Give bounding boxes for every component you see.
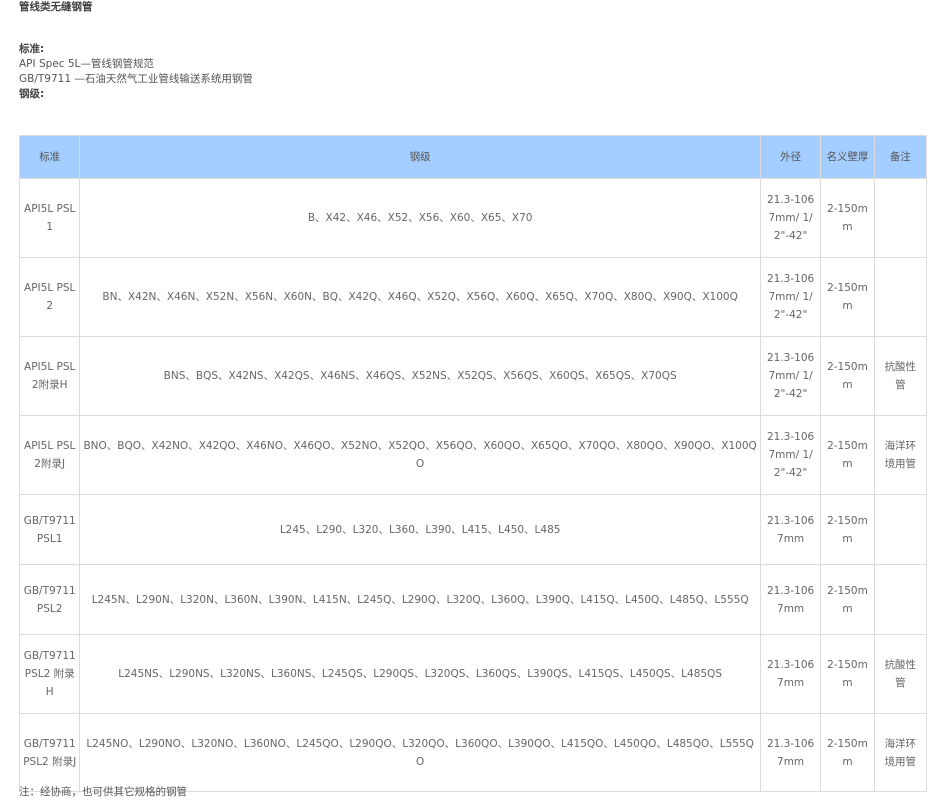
- cell-grade: B、X42、X46、X52、X56、X60、X65、X70: [79, 178, 761, 258]
- cell-note: 海洋环境用管: [873, 415, 928, 495]
- cell-wall-thickness: 2-150mm: [820, 178, 875, 258]
- header-grade: 钢级: [79, 135, 761, 179]
- cell-note: 抗酸性管: [873, 634, 928, 714]
- cell-grade: L245N、L290N、L320N、L360N、L390N、L415N、L245…: [79, 564, 761, 635]
- cell-outer-diameter: 21.3-1067mm/ 1/2"-42": [759, 415, 822, 495]
- cell-standard: API5L PSL2附录J: [18, 415, 81, 495]
- cell-note: 海洋环境用管: [873, 713, 928, 792]
- header-wall-thickness: 名义壁厚: [820, 135, 875, 179]
- footnote: 注：经协商，也可供其它规格的钢管: [19, 786, 187, 798]
- cell-note: 抗酸性管: [873, 336, 928, 416]
- table-row: GB/T9711 PSL2 L245N、L290N、L320N、L360N、L3…: [18, 564, 928, 635]
- header-outer-diameter: 外径: [759, 135, 822, 179]
- cell-standard: GB/T9711 PSL2 附录J: [18, 713, 81, 792]
- cell-outer-diameter: 21.3-1067mm: [759, 564, 822, 635]
- intro-section: 管线类无缝钢管 标准: API Spec 5L—管线钢管规范 GB/T9711 …: [19, 0, 919, 102]
- cell-grade: BNO、BQO、X42NO、X42QO、X46NO、X46QO、X52NO、X5…: [79, 415, 761, 495]
- cell-outer-diameter: 21.3-1067mm/ 1/2"-42": [759, 257, 822, 337]
- cell-standard: GB/T9711 PSL2 附录H: [18, 634, 81, 714]
- table-row: API5L PSL2附录H BNS、BQS、X42NS、X42QS、X46NS、…: [18, 336, 928, 416]
- page-title: 管线类无缝钢管: [19, 1, 93, 13]
- cell-note: [873, 257, 928, 337]
- cell-grade: L245NS、L290NS、L320NS、L360NS、L245QS、L290Q…: [79, 634, 761, 714]
- header-note: 备注: [873, 135, 928, 179]
- cell-grade: L245、L290、L320、L360、L390、L415、L450、L485: [79, 494, 761, 565]
- cell-note: [873, 564, 928, 635]
- cell-wall-thickness: 2-150mm: [820, 713, 875, 792]
- cell-standard: API5L PSL2附录H: [18, 336, 81, 416]
- cell-wall-thickness: 2-150mm: [820, 634, 875, 714]
- cell-wall-thickness: 2-150mm: [820, 494, 875, 565]
- cell-grade: BN、X42N、X46N、X52N、X56N、X60N、BQ、X42Q、X46Q…: [79, 257, 761, 337]
- cell-standard: API5L PSL1: [18, 178, 81, 258]
- table-row: API5L PSL2 BN、X42N、X46N、X52N、X56N、X60N、B…: [18, 257, 928, 337]
- cell-standard: API5L PSL2: [18, 257, 81, 337]
- standard-gb: GB/T9711 —石油天然气工业管线输送系统用钢管: [19, 73, 253, 85]
- cell-outer-diameter: 21.3-1067mm/ 1/2"-42": [759, 336, 822, 416]
- header-standard: 标准: [18, 135, 81, 179]
- standard-api: API Spec 5L—管线钢管规范: [19, 58, 154, 70]
- cell-standard: GB/T9711 PSL1: [18, 494, 81, 565]
- pipe-spec-table: 标准 钢级 外径 名义壁厚 备注 API5L PSL1 B、X42、X46、X5…: [18, 135, 928, 792]
- cell-wall-thickness: 2-150mm: [820, 415, 875, 495]
- cell-outer-diameter: 21.3-1067mm: [759, 713, 822, 792]
- cell-standard: GB/T9711 PSL2: [18, 564, 81, 635]
- cell-wall-thickness: 2-150mm: [820, 564, 875, 635]
- cell-outer-diameter: 21.3-1067mm: [759, 494, 822, 565]
- table-row: API5L PSL1 B、X42、X46、X52、X56、X60、X65、X70…: [18, 178, 928, 258]
- table-row: GB/T9711 PSL2 附录H L245NS、L290NS、L320NS、L…: [18, 634, 928, 714]
- grade-label: 钢级:: [19, 88, 45, 100]
- cell-wall-thickness: 2-150mm: [820, 257, 875, 337]
- table-row: GB/T9711 PSL1 L245、L290、L320、L360、L390、L…: [18, 494, 928, 565]
- table-row: GB/T9711 PSL2 附录J L245NO、L290NO、L320NO、L…: [18, 713, 928, 792]
- cell-note: [873, 178, 928, 258]
- cell-grade: BNS、BQS、X42NS、X42QS、X46NS、X46QS、X52NS、X5…: [79, 336, 761, 416]
- cell-grade: L245NO、L290NO、L320NO、L360NO、L245QO、L290Q…: [79, 713, 761, 792]
- cell-outer-diameter: 21.3-1067mm: [759, 634, 822, 714]
- cell-wall-thickness: 2-150mm: [820, 336, 875, 416]
- table-row: API5L PSL2附录J BNO、BQO、X42NO、X42QO、X46NO、…: [18, 415, 928, 495]
- cell-outer-diameter: 21.3-1067mm/ 1/2"-42": [759, 178, 822, 258]
- table-header-row: 标准 钢级 外径 名义壁厚 备注: [18, 135, 928, 179]
- standard-label: 标准:: [19, 43, 45, 55]
- cell-note: [873, 494, 928, 565]
